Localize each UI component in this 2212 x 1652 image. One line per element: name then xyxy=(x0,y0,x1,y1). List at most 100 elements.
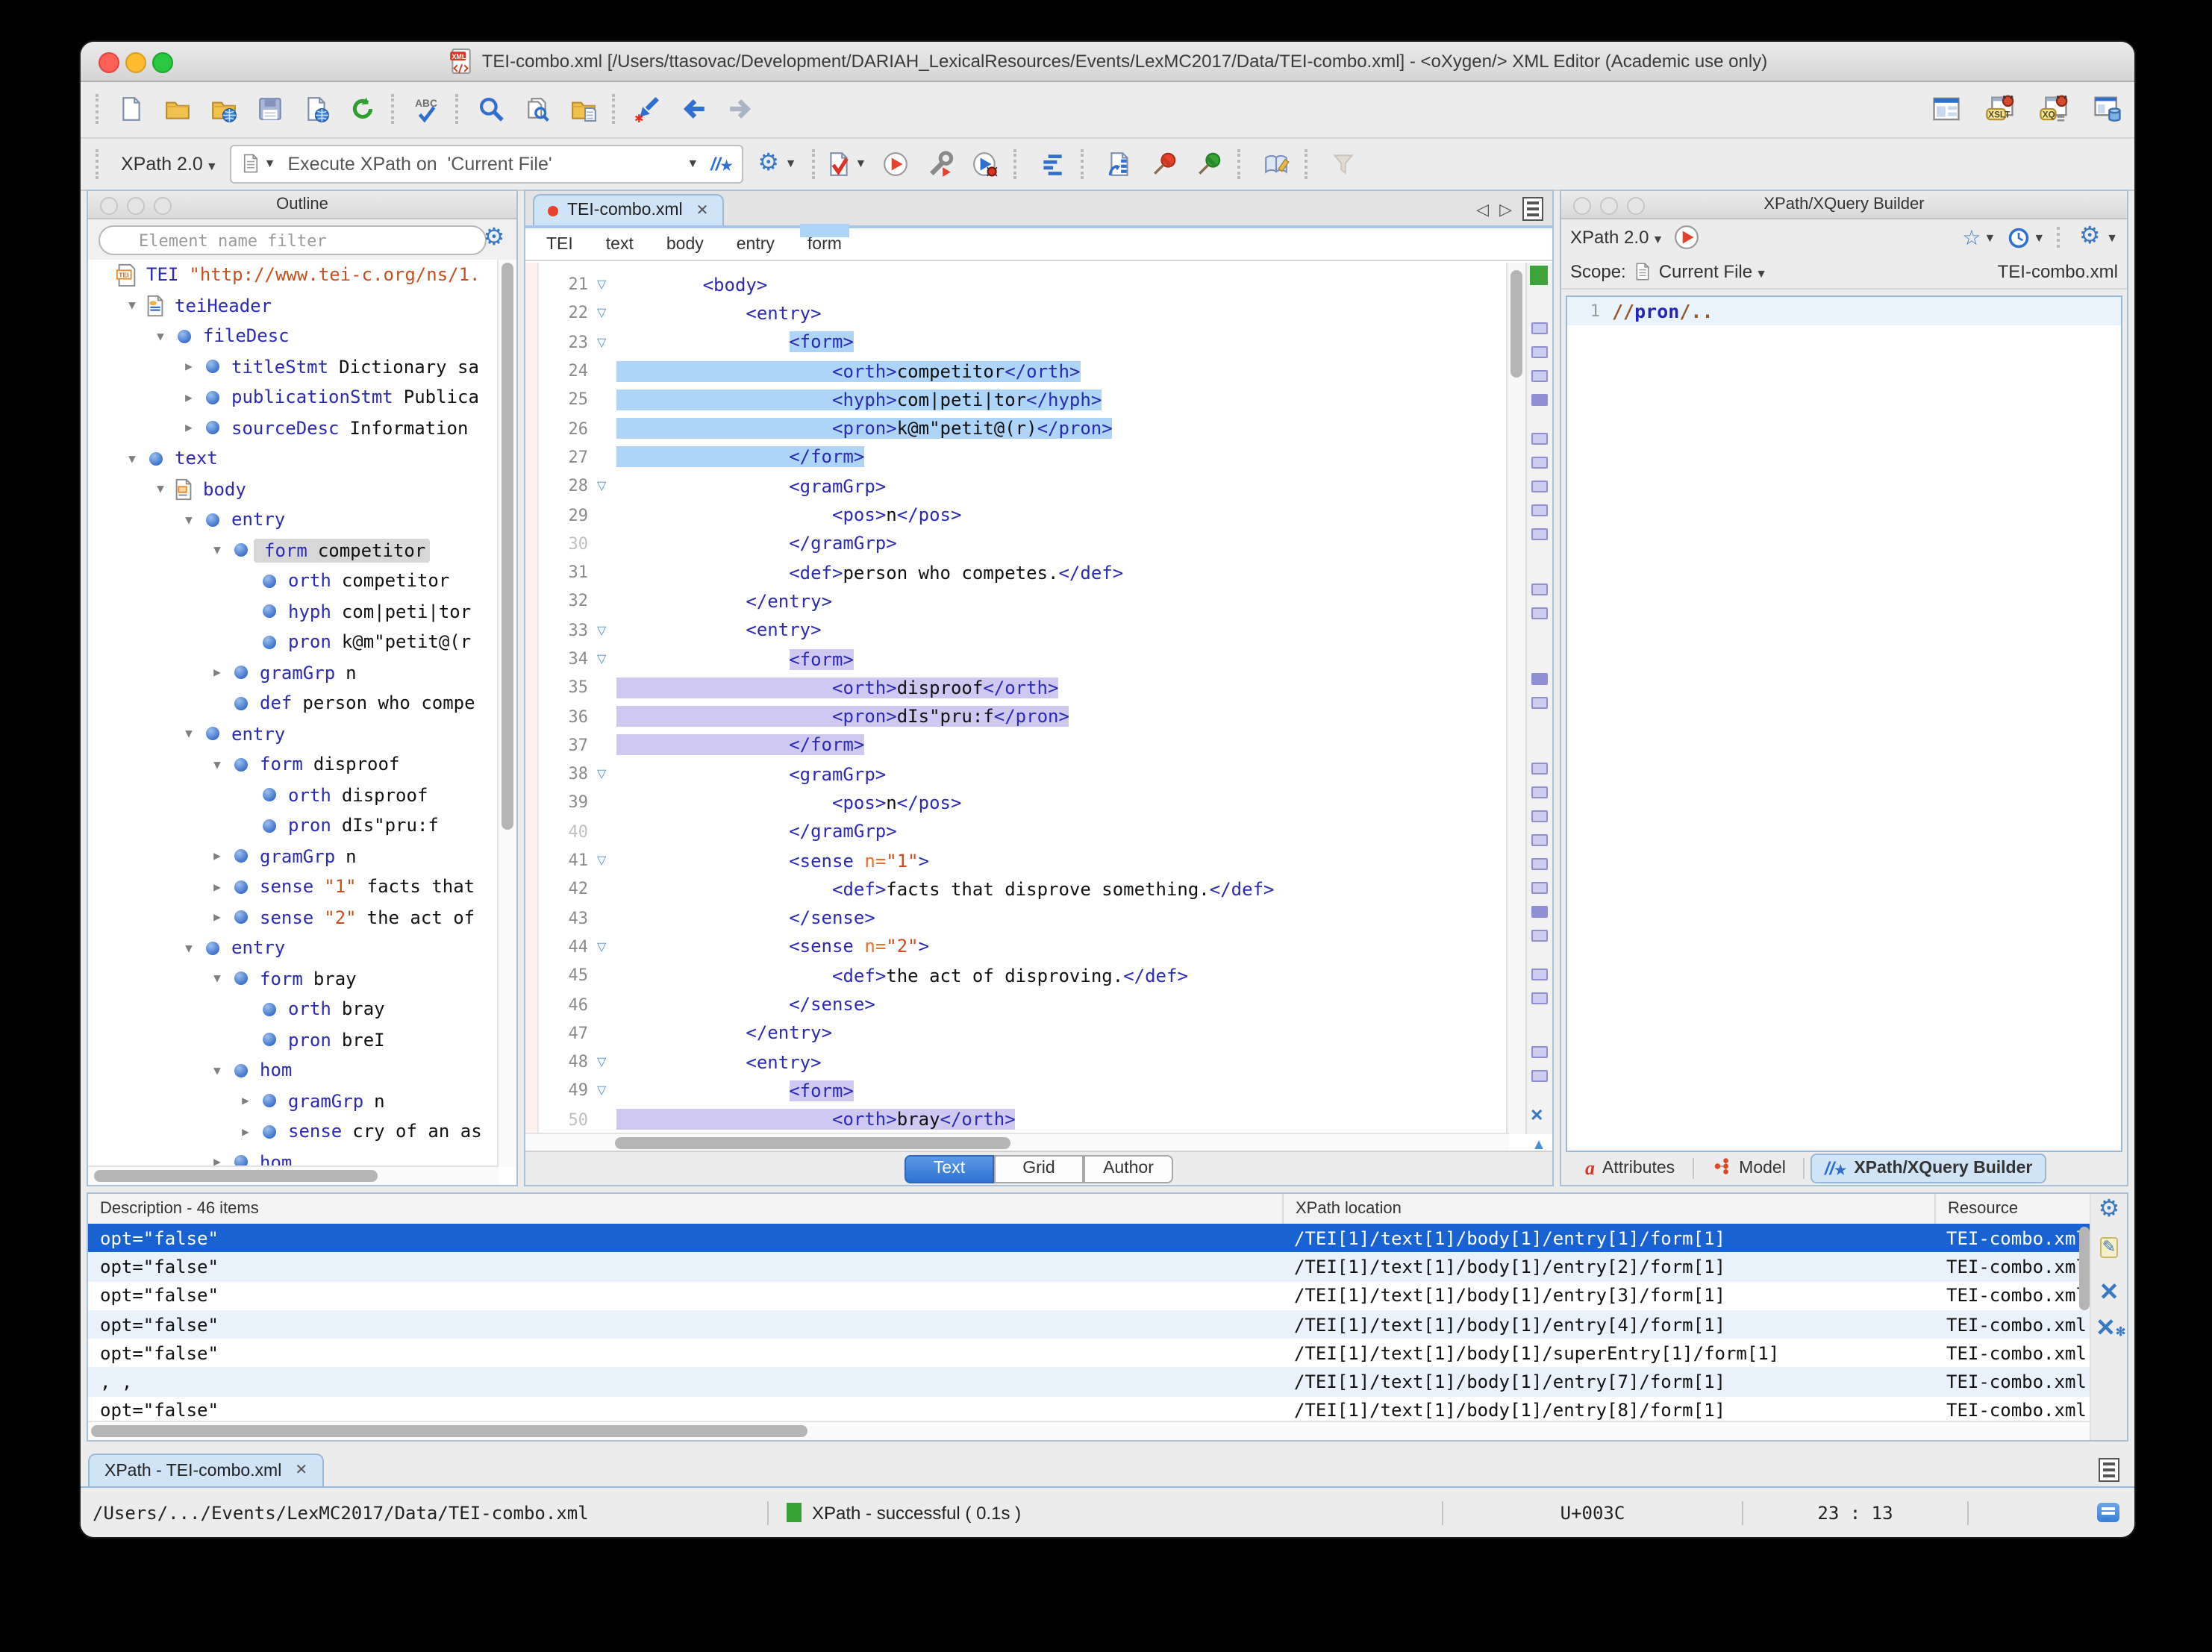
tab-list-icon[interactable] xyxy=(1522,197,1543,221)
outline-panel-header[interactable]: Outline xyxy=(88,191,516,219)
tree-expand-icon[interactable]: ▼ xyxy=(207,758,227,772)
tree-expand-icon[interactable]: ▼ xyxy=(207,1064,227,1077)
outline-item[interactable]: ▼ fileDesc xyxy=(88,321,516,351)
outline-item[interactable]: ▼ entry xyxy=(88,719,516,749)
outline-item[interactable]: ▶ publicationStmt Publica xyxy=(88,382,516,413)
tree-expand-icon[interactable]: ▼ xyxy=(122,452,142,466)
outline-item[interactable]: ▼ form competitor xyxy=(88,535,516,566)
outline-item[interactable]: ▶ sourceDesc Information xyxy=(88,413,516,443)
fold-toggle-icon[interactable]: ▽ xyxy=(597,854,616,867)
highlight-marker[interactable] xyxy=(1531,906,1548,918)
code-line[interactable]: 24 <orth>competitor</orth> xyxy=(525,357,1506,386)
result-row[interactable]: , , /TEI[1]/text[1]/body[1]/entry[7]/form… xyxy=(88,1367,2091,1397)
execute-xpath-button[interactable] xyxy=(1672,224,1699,251)
tree-expand-icon[interactable]: ▼ xyxy=(151,483,170,496)
view-mode-grid[interactable]: Grid xyxy=(994,1154,1084,1183)
apply-transformation-button[interactable] xyxy=(1105,150,1132,177)
xpath-results-tab[interactable]: XPath - TEI-combo.xml ✕ xyxy=(88,1454,325,1486)
highlight-marker[interactable] xyxy=(1531,1046,1548,1058)
outline-item[interactable]: ▼ body xyxy=(88,474,516,504)
save-url-icon[interactable] xyxy=(303,96,330,122)
tree-expand-icon[interactable]: ▶ xyxy=(207,666,227,680)
code-line[interactable]: 35 <orth>disproof</orth> xyxy=(525,673,1506,702)
outline-item[interactable]: orth disproof xyxy=(88,780,516,810)
code-line[interactable]: 46 </sense> xyxy=(525,990,1506,1019)
reload-icon[interactable] xyxy=(349,96,376,122)
outline-item[interactable]: ▼ entry xyxy=(88,504,516,535)
xpath-builder-icon[interactable]: //★ xyxy=(710,153,733,174)
scope-dropdown[interactable]: Current File ▼ xyxy=(1659,261,1767,282)
code-line[interactable]: 32 </entry> xyxy=(525,587,1506,616)
resource-column-header[interactable]: Resource xyxy=(1934,1194,2091,1224)
highlight-marker[interactable] xyxy=(1531,394,1548,406)
last-modification-icon[interactable]: ✱ xyxy=(634,96,661,122)
view-mode-text[interactable]: Text xyxy=(905,1154,994,1183)
tree-expand-icon[interactable]: ▼ xyxy=(179,728,199,741)
code-line[interactable]: 34 ▽ <form> xyxy=(525,645,1506,674)
tree-expand-icon[interactable]: ▶ xyxy=(207,911,227,924)
outline-settings-gear-icon[interactable]: ⚙ xyxy=(481,225,507,252)
code-line[interactable]: 28 ▽ <gramGrp> xyxy=(525,472,1506,501)
builder-panel-header[interactable]: XPath/XQuery Builder xyxy=(1561,191,2127,219)
breadcrumb-item-entry[interactable]: entry xyxy=(737,235,775,253)
tree-expand-icon[interactable]: ▶ xyxy=(207,880,227,894)
outline-item[interactable]: def person who compe xyxy=(88,688,516,719)
outline-item[interactable]: ▶ sense "1" facts that xyxy=(88,872,516,902)
editor-horizontal-scrollbar[interactable] xyxy=(525,1133,1509,1152)
outline-vertical-scrollbar[interactable] xyxy=(497,260,516,1167)
outline-horizontal-scrollbar[interactable] xyxy=(88,1166,499,1185)
outline-item[interactable]: ▼ entry xyxy=(88,933,516,963)
code-line[interactable]: 33 ▽ <entry> xyxy=(525,616,1506,645)
results-settings-gear-icon[interactable]: ⚙ xyxy=(2096,1197,2122,1224)
fold-toggle-icon[interactable]: ▽ xyxy=(597,767,616,780)
outline-item[interactable]: ▶ gramGrp n xyxy=(88,657,516,688)
code-line[interactable]: 22 ▽ <entry> xyxy=(525,299,1506,328)
tree-expand-icon[interactable]: ▼ xyxy=(179,513,199,527)
tree-expand-icon[interactable]: ▶ xyxy=(179,391,199,404)
xquery-debugger-icon[interactable]: XQ xyxy=(2039,94,2069,124)
outline-item[interactable]: ▼ hom xyxy=(88,1055,516,1086)
code-line[interactable]: 49 ▽ <form> xyxy=(525,1077,1506,1106)
code-area[interactable]: 20▽ <text>21▽ <body>22▽ <entry>23▽ <form… xyxy=(525,263,1552,1134)
breadcrumb-item-TEI[interactable]: TEI xyxy=(546,235,573,253)
code-line[interactable]: 37 </form> xyxy=(525,731,1506,760)
highlight-marker[interactable] xyxy=(1531,810,1548,822)
result-row[interactable]: opt="false" /TEI[1]/text[1]/body[1]/entry… xyxy=(88,1224,2091,1253)
builder-tab-model[interactable]: Model xyxy=(1700,1154,1798,1183)
code-line[interactable]: 38 ▽ <gramGrp> xyxy=(525,760,1506,789)
builder-engine-dropdown[interactable]: XPath 2.0 ▼ xyxy=(1570,227,1663,248)
tree-expand-icon[interactable]: ▶ xyxy=(207,850,227,863)
outline-item[interactable]: hyph com|peti|tor xyxy=(88,596,516,627)
highlight-marker[interactable] xyxy=(1531,583,1548,595)
highlight-marker[interactable] xyxy=(1531,930,1548,942)
fold-toggle-icon[interactable]: ▽ xyxy=(597,623,616,636)
tree-expand-icon[interactable]: ▶ xyxy=(236,1125,255,1139)
highlight-marker[interactable] xyxy=(1531,763,1548,775)
results-table-header[interactable]: Description - 46 items XPath location Re… xyxy=(88,1194,2091,1225)
validate-button[interactable] xyxy=(825,150,852,177)
view-mode-author[interactable]: Author xyxy=(1084,1154,1173,1183)
outline-item[interactable]: pron breI xyxy=(88,1024,516,1055)
new-document-icon[interactable] xyxy=(118,96,145,122)
editor-vertical-scrollbar[interactable] xyxy=(1506,263,1525,1134)
code-line[interactable]: 21 ▽ <body> xyxy=(525,270,1506,299)
open-url-icon[interactable] xyxy=(210,96,237,122)
code-line[interactable]: 29 <pos>n</pos> xyxy=(525,501,1506,530)
highlight-pen-icon[interactable]: ✎ xyxy=(2096,1233,2122,1260)
close-tab-icon[interactable]: ✕ xyxy=(696,202,709,219)
database-perspective-icon[interactable] xyxy=(2093,94,2122,124)
highlight-marker[interactable] xyxy=(1531,834,1548,846)
code-line[interactable]: 47 </entry> xyxy=(525,1019,1506,1048)
tree-expand-icon[interactable]: ▶ xyxy=(179,422,199,435)
code-line[interactable]: 42 <def>facts that disprove something.</… xyxy=(525,875,1506,904)
highlight-marker[interactable] xyxy=(1531,697,1548,709)
code-line[interactable]: 27 </form> xyxy=(525,443,1506,472)
outline-item[interactable]: ▼ form bray xyxy=(88,963,516,994)
window-layout-icon[interactable] xyxy=(1931,94,1961,124)
highlight-marker[interactable] xyxy=(1531,673,1548,685)
spell-check-icon[interactable]: ABC xyxy=(413,96,440,122)
xpath-version-dropdown[interactable]: XPath 2.0 ▼ xyxy=(121,153,218,174)
debug-button[interactable] xyxy=(971,150,998,177)
outline-item[interactable]: ▶ gramGrp n xyxy=(88,841,516,872)
tree-expand-icon[interactable]: ▼ xyxy=(122,299,142,313)
